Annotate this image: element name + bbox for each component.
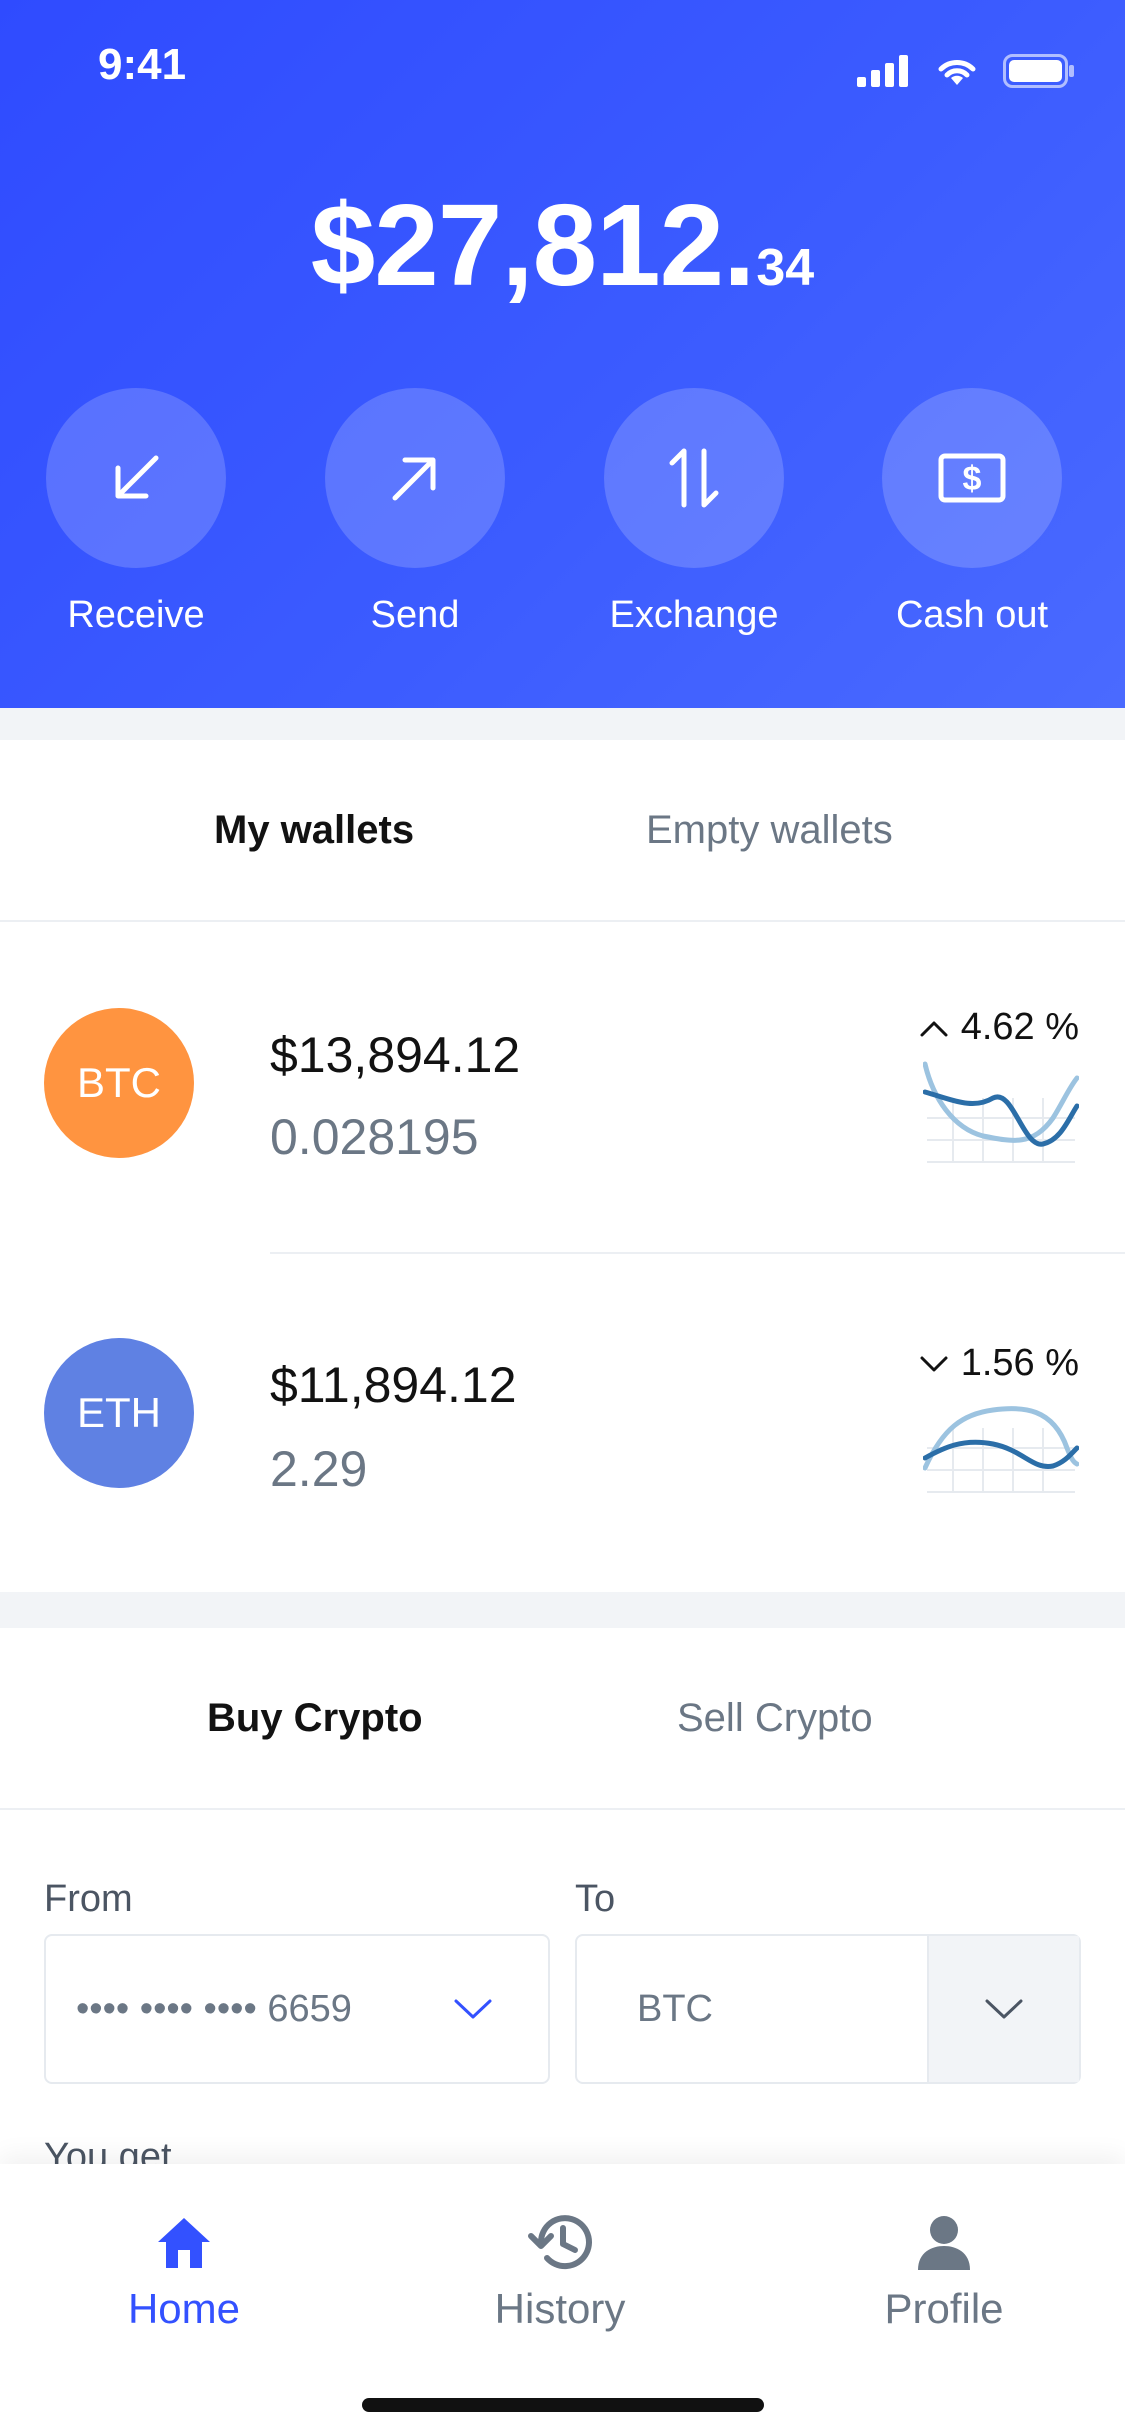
wallet-amount: $13,894.12 <box>270 1027 521 1083</box>
nav-home-label: Home <box>127 2285 241 2332</box>
svg-text:$: $ <box>963 460 982 498</box>
wallet-change-value: 4.62 % <box>960 1006 1079 1048</box>
profile-icon <box>918 2216 970 2270</box>
wallet-row-btc[interactable]: BTC $13,894.12 0.028195 4.62 % <box>0 922 1125 1252</box>
cash-out-label: Cash out <box>895 594 1049 636</box>
trade-tabs: Buy Crypto Sell Crypto <box>0 1628 1125 1810</box>
tab-my-wallets[interactable]: My wallets <box>214 740 414 920</box>
eth-coin-icon: ETH <box>44 1338 194 1488</box>
wallet-change: 1.56 % <box>919 1342 1079 1385</box>
wallet-change-value: 1.56 % <box>960 1342 1079 1384</box>
send-arrow-icon <box>392 457 436 501</box>
status-bar: 9:41 <box>0 38 1125 98</box>
home-icon <box>158 2218 210 2268</box>
receive-arrow-icon <box>115 455 159 499</box>
wallet-quantity: 0.028195 <box>270 1109 479 1165</box>
cash-out-button[interactable]: $ Cash out <box>842 388 1102 637</box>
battery-icon <box>1003 54 1074 88</box>
bottom-nav: Home History Profile <box>0 2164 1125 2436</box>
tab-sell-crypto[interactable]: Sell Crypto <box>677 1628 873 1808</box>
exchange-button[interactable]: Exchange <box>564 388 824 637</box>
btc-sparkline <box>923 1061 1079 1163</box>
chevron-down-icon <box>985 1999 1023 2019</box>
chevron-down-icon <box>920 1356 948 1371</box>
to-select-value: BTC <box>637 1987 713 2030</box>
wallet-quantity: 2.29 <box>270 1441 368 1497</box>
wallets-card: My wallets Empty wallets BTC $13,894.12 … <box>0 740 1125 1592</box>
exchange-icon <box>669 448 719 508</box>
nav-profile-label: Profile <box>884 2285 1004 2332</box>
from-chevron <box>398 1936 548 2082</box>
to-label: To <box>575 1878 616 1920</box>
history-icon <box>528 2215 592 2270</box>
exchange-label: Exchange <box>609 594 779 636</box>
receive-label: Receive <box>67 594 205 636</box>
wallet-tabs: My wallets Empty wallets <box>0 740 1125 922</box>
home-indicator <box>362 2398 764 2412</box>
eth-sparkline <box>923 1406 1079 1493</box>
to-select[interactable]: BTC <box>575 1934 1081 2084</box>
cash-out-circle: $ <box>882 388 1062 568</box>
total-balance: $27,812.34 <box>0 178 1125 312</box>
chevron-down-icon <box>454 1999 492 2019</box>
nav-history[interactable]: History <box>430 2212 690 2333</box>
status-icons <box>857 54 1075 88</box>
wifi-icon <box>938 60 976 85</box>
send-circle <box>325 388 505 568</box>
exchange-circle <box>604 388 784 568</box>
from-select[interactable]: •••• •••• •••• 6659 <box>44 1934 550 2084</box>
balance-header: 9:41 $27,812.34 Receive Send Exchange $ … <box>0 0 1125 708</box>
wallet-change: 4.62 % <box>919 1006 1079 1049</box>
send-button[interactable]: Send <box>285 388 545 637</box>
nav-history-label: History <box>494 2285 626 2332</box>
from-label: From <box>44 1878 133 1920</box>
to-chevron <box>927 1936 1079 2082</box>
from-select-value: •••• •••• •••• 6659 <box>76 1987 352 2030</box>
cash-icon: $ <box>938 453 1006 503</box>
chevron-up-icon <box>920 1021 948 1036</box>
tab-empty-wallets[interactable]: Empty wallets <box>646 740 893 920</box>
signal-icon <box>857 55 908 87</box>
wallet-amount: $11,894.12 <box>270 1357 517 1413</box>
btc-coin-icon: BTC <box>44 1008 194 1158</box>
send-label: Send <box>370 594 460 636</box>
nav-home[interactable]: Home <box>54 2212 314 2333</box>
balance-main: $27,812. <box>310 180 756 310</box>
receive-button[interactable]: Receive <box>6 388 266 637</box>
receive-circle <box>46 388 226 568</box>
status-time: 9:41 <box>98 40 187 89</box>
tab-buy-crypto[interactable]: Buy Crypto <box>207 1628 423 1808</box>
balance-cents: 34 <box>756 239 815 297</box>
wallet-row-eth[interactable]: ETH $11,894.12 2.29 1.56 % <box>0 1254 1125 1584</box>
nav-profile[interactable]: Profile <box>814 2212 1074 2333</box>
